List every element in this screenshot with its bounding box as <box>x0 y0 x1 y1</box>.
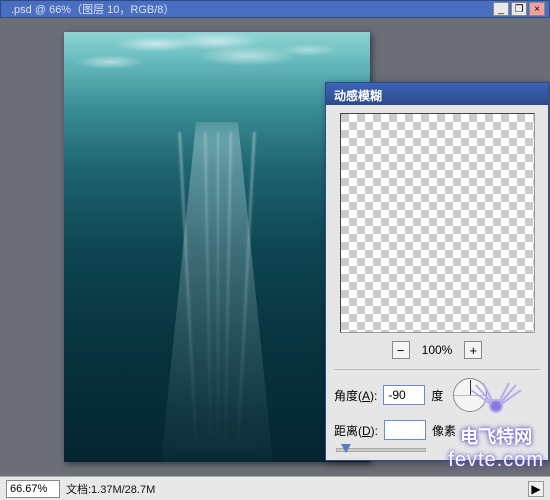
preview-zoom-controls: − 100% + <box>334 341 540 359</box>
preview-zoom-percent: 100% <box>422 343 453 357</box>
document-tab-bar: .psd @ 66%（图层 10，RGB/8） _ ❐ × <box>0 0 550 18</box>
angle-dial[interactable] <box>453 378 487 412</box>
dialog-body: − 100% + 角度(A): 度 距离(D): 像素 <box>326 105 548 460</box>
preview-zoom-out-button[interactable]: − <box>392 341 410 359</box>
distance-label: 距离(D): <box>334 422 378 439</box>
light-ray <box>217 132 219 452</box>
slider-thumb-icon[interactable] <box>341 444 351 453</box>
dialog-title[interactable]: 动感模糊 <box>326 83 548 105</box>
minimize-button[interactable]: _ <box>493 2 509 16</box>
motion-blur-dialog: 动感模糊 − 100% + 角度(A): 度 距离(D): 像素 <box>325 82 549 461</box>
angle-row: 角度(A): 度 <box>334 378 540 412</box>
status-menu-arrow-icon[interactable]: ▶ <box>528 481 544 497</box>
light-ray <box>237 132 256 452</box>
distance-slider[interactable] <box>336 448 426 452</box>
document-title: .psd @ 66%（图层 10，RGB/8） <box>5 1 174 17</box>
close-button[interactable]: × <box>529 2 545 16</box>
distance-slider-row <box>334 448 540 452</box>
filter-preview[interactable] <box>340 113 535 333</box>
light-ray <box>224 132 232 452</box>
light-ray <box>204 132 212 452</box>
zoom-level-input[interactable] <box>6 480 60 498</box>
divider <box>334 369 540 370</box>
distance-unit: 像素 <box>432 422 456 439</box>
light-ray <box>179 132 198 452</box>
window-controls: _ ❐ × <box>493 2 545 16</box>
restore-button[interactable]: ❐ <box>511 2 527 16</box>
status-bar: 文档:1.37M/28.7M ▶ <box>0 476 550 500</box>
angle-label: 角度(A): <box>334 387 377 404</box>
document-size-label: 文档:1.37M/28.7M <box>66 481 155 497</box>
angle-unit: 度 <box>431 387 443 404</box>
preview-zoom-in-button[interactable]: + <box>464 341 482 359</box>
distance-input[interactable] <box>384 420 426 440</box>
distance-row: 距离(D): 像素 <box>334 420 540 440</box>
angle-input[interactable] <box>383 385 425 405</box>
